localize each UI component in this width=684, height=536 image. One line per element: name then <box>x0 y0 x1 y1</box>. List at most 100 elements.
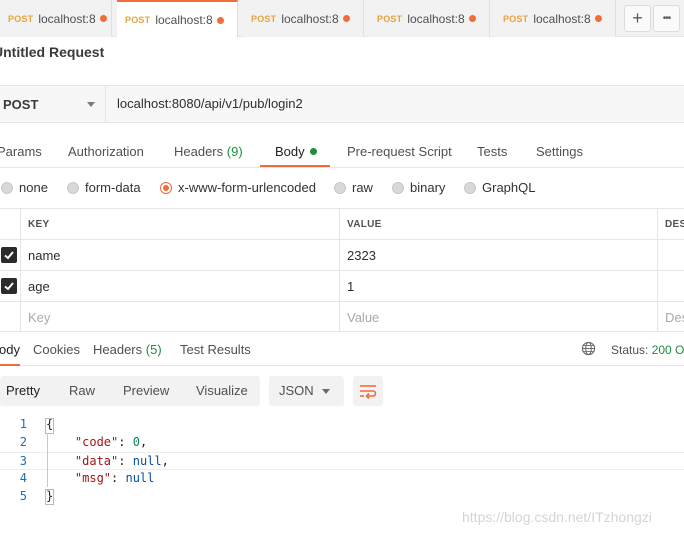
request-tab-4[interactable]: POST localhost:8 <box>369 0 490 37</box>
tab-authorization[interactable]: Authorization <box>68 144 144 159</box>
chevron-down-icon <box>87 102 95 107</box>
tab-body-label: Body <box>275 144 305 159</box>
tab-method: POST <box>125 15 151 25</box>
radio-circle <box>1 181 13 194</box>
unsaved-dot <box>594 15 602 22</box>
status-label: Status: <box>611 343 649 357</box>
radio-raw[interactable]: raw <box>334 180 373 195</box>
tab-method: POST <box>503 13 529 24</box>
line-number: 2 <box>19 435 27 449</box>
tab-params[interactable]: Params <box>0 144 42 159</box>
column-header-value: VALUE <box>339 209 658 239</box>
line-number: 4 <box>19 471 27 485</box>
tab-response-headers[interactable]: Headers (5) <box>93 342 162 357</box>
param-value-cell[interactable]: 2323 <box>339 240 658 270</box>
params-table: KEY VALUE DESC name 2323 age 1 Key Value… <box>0 208 684 332</box>
param-key-cell[interactable]: age <box>20 271 340 301</box>
tab-method: POST <box>377 13 403 24</box>
radio-circle <box>392 181 404 194</box>
request-tab-5[interactable]: POST localhost:8 <box>495 0 616 37</box>
radio-form-data[interactable]: form-data <box>67 180 141 195</box>
radio-label: raw <box>352 180 373 195</box>
tab-label: localhost:8 <box>281 11 339 26</box>
radio-circle <box>334 181 346 194</box>
tab-headers[interactable]: Headers (9) <box>174 144 243 159</box>
language-value: JSON <box>279 383 314 398</box>
code-line: 4 "msg": null <box>0 470 684 488</box>
tab-label: localhost:8 <box>155 13 213 27</box>
json-value: null <box>125 471 155 485</box>
tab-body[interactable]: Body <box>275 144 317 159</box>
plus-icon: + <box>632 8 643 28</box>
param-description-cell[interactable] <box>657 271 684 301</box>
code-line: 5 } <box>0 488 684 506</box>
tab-settings[interactable]: Settings <box>536 144 583 159</box>
radio-label: none <box>19 180 48 195</box>
param-value-cell[interactable]: 1 <box>339 271 658 301</box>
body-type-options: none form-data x-www-form-urlencoded raw… <box>0 178 684 198</box>
request-title[interactable]: Untitled Request <box>0 44 104 60</box>
radio-circle <box>160 181 172 194</box>
bracket-match-highlight <box>45 418 54 434</box>
json-value: 0 <box>132 435 140 449</box>
globe-icon[interactable] <box>581 341 596 356</box>
preview-button[interactable]: Preview <box>123 383 169 398</box>
tab-headers-count: (9) <box>226 144 243 159</box>
code-text: "data": null, <box>74 454 169 468</box>
wrap-lines-button[interactable] <box>353 376 383 406</box>
raw-button[interactable]: Raw <box>69 383 95 398</box>
table-row: age 1 <box>0 270 684 301</box>
visualize-button[interactable]: Visualize <box>196 383 248 398</box>
tab-test-results[interactable]: Test Results <box>180 342 251 357</box>
radio-none[interactable]: none <box>1 180 48 195</box>
column-header-description: DESC <box>657 209 684 239</box>
radio-label: x-www-form-urlencoded <box>178 180 316 195</box>
checkmark-icon <box>4 282 14 291</box>
url-input[interactable]: localhost:8080/api/v1/pub/login2 <box>117 96 303 111</box>
new-description-input[interactable]: Des <box>657 302 684 332</box>
add-tab-button[interactable]: + <box>624 5 651 32</box>
tab-cookies[interactable]: Cookies <box>33 342 80 357</box>
radio-label: form-data <box>85 180 141 195</box>
code-line: 1 { <box>0 416 684 434</box>
watermark: https://blog.csdn.net/ITzhongzi <box>462 509 652 525</box>
param-key-cell[interactable]: name <box>20 240 340 270</box>
request-tab-3[interactable]: POST localhost:8 <box>243 0 364 37</box>
radio-graphql[interactable]: GraphQL <box>464 180 535 195</box>
language-select[interactable]: JSON <box>269 376 344 406</box>
tab-tests[interactable]: Tests <box>477 144 507 159</box>
tab-response-body[interactable]: ody <box>0 342 20 357</box>
chevron-down-icon <box>322 389 330 394</box>
pretty-button[interactable]: Pretty <box>6 383 40 398</box>
new-value-input[interactable]: Value <box>339 302 658 332</box>
table-row: name 2323 <box>0 239 684 270</box>
method-select[interactable]: POST <box>0 86 106 122</box>
status-value: 200 OK <box>651 343 684 357</box>
more-tabs-button[interactable]: ••• <box>653 5 680 32</box>
response-format-group: Pretty Raw Preview Visualize <box>0 376 260 406</box>
radio-x-www-form-urlencoded[interactable]: x-www-form-urlencoded <box>160 180 316 195</box>
json-key: "code" <box>74 435 119 449</box>
request-tab-2[interactable]: POST localhost:8 <box>117 0 238 38</box>
request-tabs: Params Authorization Headers (9) Body Pr… <box>0 136 684 168</box>
row-checkbox[interactable] <box>1 247 17 263</box>
tab-pre-request-script[interactable]: Pre-request Script <box>347 144 452 159</box>
tab-headers-label: Headers <box>174 144 224 159</box>
active-indicator-dot <box>309 148 317 155</box>
param-description-cell[interactable] <box>657 240 684 270</box>
radio-binary[interactable]: binary <box>392 180 445 195</box>
new-key-input[interactable]: Key <box>20 302 340 332</box>
column-header-key: KEY <box>20 209 340 239</box>
response-body-code[interactable]: 1 { 2 "code": 0, 3 "data": null, 4 "msg"… <box>0 416 684 506</box>
unsaved-dot <box>216 16 224 24</box>
line-number: 1 <box>19 417 27 431</box>
code-line-highlighted: 3 "data": null, <box>0 452 684 470</box>
unsaved-dot <box>468 15 476 22</box>
row-checkbox[interactable] <box>1 278 17 294</box>
request-tab-1[interactable]: POST localhost:8 <box>0 0 112 37</box>
method-value: POST <box>3 96 39 112</box>
json-key: "data" <box>74 454 119 468</box>
code-text: "code": 0, <box>74 435 148 449</box>
tab-method: POST <box>251 13 277 24</box>
indent-guide <box>47 433 48 487</box>
